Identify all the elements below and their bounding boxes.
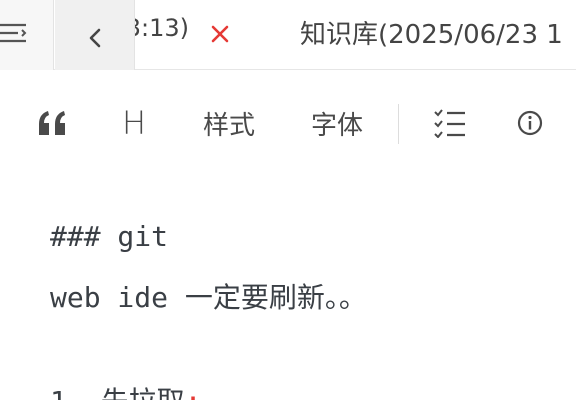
- sidebar-toggle-icon: [0, 23, 27, 43]
- text-line-note: web ide 一定要刷新。。: [50, 281, 367, 314]
- close-icon: [211, 25, 229, 43]
- cursor-mark: :: [185, 385, 202, 400]
- tab-previous[interactable]: 3:13): [135, 0, 255, 70]
- quote-button[interactable]: [30, 70, 76, 176]
- toolbar-divider: [398, 104, 399, 144]
- checklist-button[interactable]: [428, 70, 472, 176]
- editor-toolbar: H 样式 字体: [0, 70, 576, 176]
- text-line-heading: ### git: [50, 220, 169, 253]
- tab-knowledge-base[interactable]: 知识库(2025/06/23 1: [300, 14, 563, 51]
- font-button[interactable]: 字体: [302, 70, 372, 176]
- info-button[interactable]: [510, 70, 550, 176]
- tab-bar: 3:13) 知识库(2025/06/23 1: [0, 0, 576, 70]
- text-line-step: 1. 先拉取:: [50, 380, 201, 400]
- sidebar-toggle-button[interactable]: [0, 0, 54, 70]
- info-icon: [517, 110, 543, 136]
- app-window: 3:13) 知识库(2025/06/23 1 H 样式 字体: [0, 0, 576, 400]
- heading-button[interactable]: H: [112, 70, 156, 176]
- back-button[interactable]: [55, 0, 135, 70]
- style-button[interactable]: 样式: [194, 70, 264, 176]
- chevron-left-icon: [89, 28, 101, 48]
- editor-content[interactable]: ### git web ide 一定要刷新。。 1. 先拉取:: [0, 176, 576, 400]
- tab-close-button[interactable]: [208, 22, 232, 46]
- checklist-icon: [434, 109, 465, 138]
- tab-label: 3:13): [135, 14, 189, 42]
- step-text: 1. 先拉取: [50, 385, 185, 400]
- quote-icon: [39, 111, 65, 135]
